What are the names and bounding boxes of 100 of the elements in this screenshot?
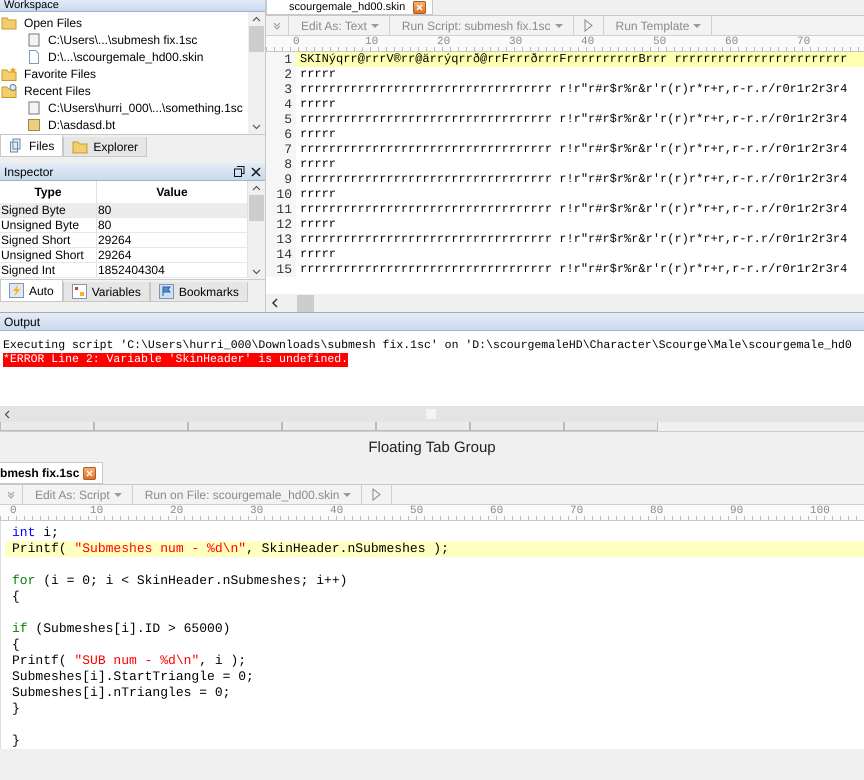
hex-text-line: rrrrrrrrrrrrrrrrrrrrrrrrrrrrrrrrrrr r!r"r#r$r%r&r'r(r)r*r+r,r-r.r/r0r1r2r3r4	[299, 262, 848, 277]
tree-item[interactable]: Recent Files	[0, 82, 248, 99]
hex-text-line: rrrrr	[299, 97, 336, 112]
tab[interactable]	[94, 422, 188, 431]
scrollbar[interactable]	[248, 181, 265, 279]
panel-title: Output	[4, 314, 42, 328]
scroll-thumb[interactable]	[249, 195, 264, 221]
tab[interactable]	[564, 422, 658, 431]
hex-text-line: rrrrr	[299, 67, 336, 82]
scrollbar[interactable]	[0, 406, 864, 422]
hex-text-line: rrrrr	[299, 187, 336, 202]
grip-icon[interactable]	[273, 22, 281, 30]
starred-folder-icon	[1, 66, 17, 80]
document-icon	[27, 50, 41, 64]
folder-clock-icon	[1, 84, 17, 98]
ruler-label: 70	[797, 36, 812, 49]
float-icon[interactable]	[234, 166, 245, 177]
ruler-label: 0	[10, 505, 18, 518]
line-number: 8	[266, 157, 296, 172]
line-number: 12	[266, 217, 296, 232]
panel-title: Inspector	[4, 164, 54, 178]
play-icon[interactable]	[372, 488, 382, 501]
chevron-down-icon[interactable]	[252, 269, 261, 275]
chevron-left-icon[interactable]	[4, 410, 10, 418]
table-cell: Signed Int	[0, 263, 97, 278]
tab[interactable]: Variables	[62, 282, 150, 302]
folder-icon	[1, 16, 17, 30]
error-message: *ERROR Line 2: Variable 'SkinHeader' is undefined.	[3, 353, 348, 367]
tab[interactable]: Files	[0, 135, 64, 157]
output-line: Executing script 'C:\Users\hurri_000\Downloads\submesh fix.1sc' on 'D:\scourgemaleHD\Character\Scourge\Male\scourgemale_hd0	[3, 339, 853, 353]
tab[interactable]	[470, 422, 564, 431]
line-number: 9	[266, 172, 296, 187]
line-number: 7	[266, 142, 296, 157]
code-line: }	[11, 701, 21, 717]
hex-text-line: rrrrrrrrrrrrrrrrrrrrrrrrrrrrrrrrrrr r!r"r#r$r%r&r'r(r)r*r+r,r-r.r/r0r1r2r3r4	[299, 82, 848, 97]
code-line: Submeshes[i].nTriangles = 0;	[11, 685, 232, 701]
flag-icon	[158, 284, 174, 299]
scrollbar[interactable]	[266, 294, 864, 312]
code-line: Printf( "SUB num - %d\n", i );	[11, 653, 248, 669]
code-line: {	[11, 589, 21, 605]
ruler-label: 10	[90, 505, 104, 518]
grid-icon	[72, 284, 87, 299]
table-cell: 80	[97, 203, 248, 218]
chevron-up-icon[interactable]	[252, 16, 261, 22]
play-icon[interactable]	[584, 19, 593, 32]
chevron-up-icon[interactable]	[252, 185, 261, 191]
tab[interactable]	[376, 422, 470, 431]
ruler-label: 30	[250, 505, 264, 518]
grip-icon[interactable]	[7, 490, 15, 498]
line-number: 15	[266, 262, 296, 277]
ruler-label: 60	[725, 36, 740, 49]
tab[interactable]: Auto	[0, 280, 63, 302]
code-line: for (i = 0; i < SkinHeader.nSubmeshes; i++)	[11, 573, 348, 589]
line-number: 6	[266, 127, 296, 142]
window-title: Floating Tab Group	[367, 438, 497, 458]
ruler-label: 90	[730, 505, 744, 518]
page-icon	[27, 32, 41, 46]
line-number: 2	[266, 67, 296, 82]
ruler-label: 30	[509, 36, 524, 49]
tab[interactable]	[188, 422, 282, 431]
ruler-label: 80	[650, 505, 664, 518]
tree-item[interactable]: D:\asdasd.bt	[0, 116, 248, 133]
line-number: 10	[266, 187, 296, 202]
scroll-icon	[27, 118, 41, 132]
hex-text-line: rrrrrrrrrrrrrrrrrrrrrrrrrrrrrrrrrrr r!r"r#r$r%r&r'r(r)r*r+r,r-r.r/r0r1r2r3r4	[299, 142, 848, 157]
panel-title: Workspace	[4, 0, 60, 11]
tab[interactable]: bmesh fix.1sc	[0, 462, 104, 484]
hex-text-line: rrrrr	[299, 217, 336, 232]
caret-icon	[114, 492, 122, 496]
ruler-label: 50	[653, 36, 668, 49]
tab[interactable]: Explorer	[63, 137, 148, 157]
code-line: {	[11, 637, 21, 653]
lightning-icon	[9, 283, 24, 298]
tab[interactable]: Bookmarks	[150, 282, 248, 302]
tree-item[interactable]: Open Files	[0, 14, 248, 31]
ruler-label: 20	[437, 36, 452, 49]
hex-text-line: rrrrr	[299, 127, 336, 142]
scroll-thumb[interactable]	[297, 294, 314, 312]
code-line: if (Submeshes[i].ID > 65000)	[11, 621, 232, 637]
close-icon[interactable]	[251, 166, 261, 176]
ruler-label: 20	[170, 505, 184, 518]
hex-text-line: rrrrr	[299, 157, 336, 172]
table-cell: Signed Short	[0, 233, 97, 248]
tree-item[interactable]: Favorite Files	[0, 65, 248, 82]
chevron-left-icon[interactable]	[271, 298, 279, 308]
scroll-thumb[interactable]	[249, 26, 264, 52]
tree-item[interactable]: D:\...\scourgemale_hd00.skin	[0, 48, 248, 65]
scrollbar[interactable]	[248, 12, 265, 134]
line-number: 1	[266, 52, 296, 67]
caret-icon	[554, 24, 563, 28]
code-line: Submeshes[i].StartTriangle = 0;	[11, 669, 255, 685]
line-number: 11	[266, 202, 296, 217]
tab[interactable]: scourgemale_hd00.skin	[266, 0, 434, 15]
ruler-label: 60	[490, 505, 504, 518]
tree-item[interactable]: C:\Users\hurri_000\...\something.1sc	[0, 99, 248, 116]
line-number: 14	[266, 247, 296, 262]
chevron-down-icon[interactable]	[252, 124, 261, 130]
tab[interactable]	[282, 422, 376, 431]
tree-item[interactable]: C:\Users\...\submesh fix.1sc	[0, 31, 248, 48]
caret-icon	[370, 24, 379, 28]
